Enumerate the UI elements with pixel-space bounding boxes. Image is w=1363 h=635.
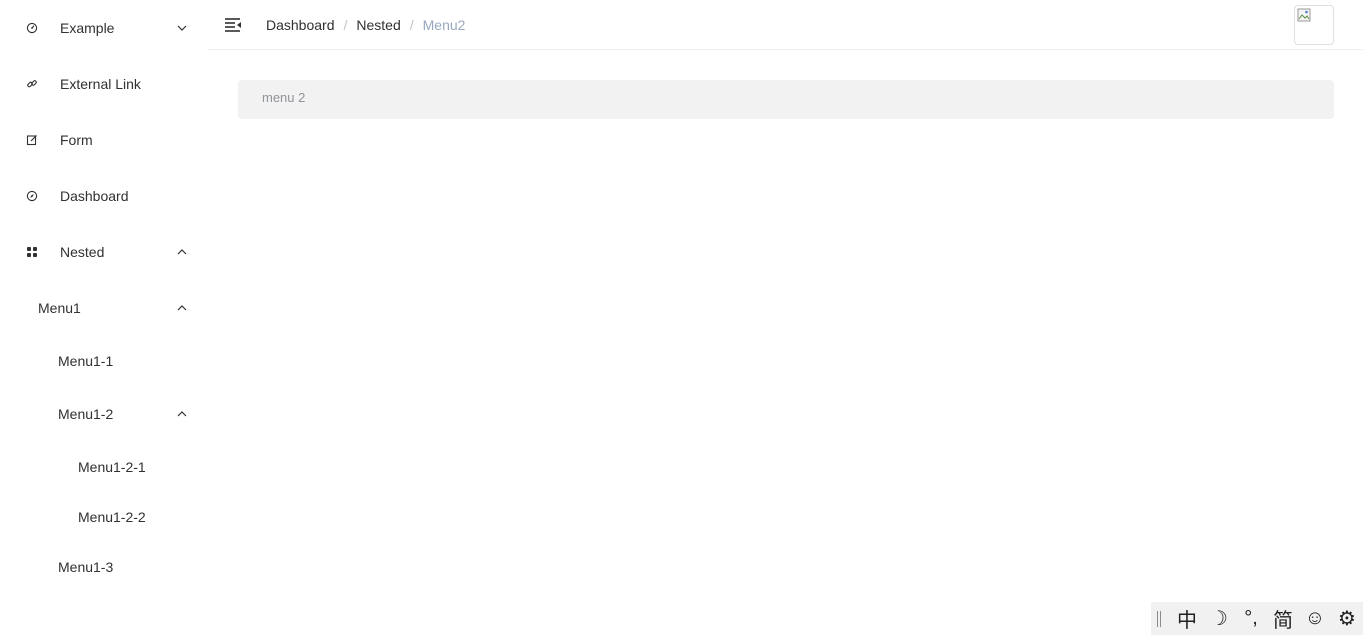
drag-handle[interactable] [1157, 610, 1161, 627]
ime-toolbar: 中 ☽ °, 简 ☺ ⚙ [1151, 602, 1363, 635]
breadcrumb-item-nested[interactable]: Nested [356, 17, 400, 33]
sidebar-item-label: Form [60, 132, 93, 148]
sidebar-item-menu1-1[interactable]: Menu1-1 [0, 336, 208, 386]
breadcrumb-separator: / [409, 17, 414, 33]
ime-punctuation-button[interactable]: °, [1235, 605, 1267, 633]
navbar: Dashboard / Nested / Menu2 [208, 0, 1363, 50]
ime-simplified-button[interactable]: 简 [1267, 605, 1299, 633]
sidebar: Example External Link Form Dashboard Nes… [0, 0, 208, 635]
sidebar-item-label: Example [60, 20, 115, 36]
sidebar-item-label: Menu1-1 [58, 353, 114, 369]
breadcrumb: Dashboard / Nested / Menu2 [266, 17, 465, 33]
link-icon [26, 78, 38, 90]
sidebar-item-form[interactable]: Form [0, 112, 208, 168]
sidebar-item-menu1-2-2[interactable]: Menu1-2-2 [0, 492, 208, 542]
edit-icon [26, 134, 38, 146]
sidebar-item-dashboard[interactable]: Dashboard [0, 168, 208, 224]
breadcrumb-item-dashboard[interactable]: Dashboard [266, 17, 335, 33]
grid-icon [26, 246, 38, 258]
sidebar-item-menu1-3[interactable]: Menu1-3 [0, 542, 208, 592]
chevron-up-icon [176, 408, 188, 420]
breadcrumb-item-current: Menu2 [422, 17, 466, 33]
ime-chinese-mode-button[interactable]: 中 [1171, 605, 1203, 633]
sidebar-item-label: External Link [60, 76, 141, 92]
sidebar-item-label: Nested [60, 244, 105, 260]
chevron-up-icon [176, 246, 188, 258]
compass-icon [26, 190, 38, 202]
sidebar-item-label: Menu1 [38, 300, 81, 316]
sidebar-item-menu1[interactable]: Menu1 [0, 280, 208, 336]
broken-image-icon [1297, 8, 1311, 22]
breadcrumb-separator: / [343, 17, 348, 33]
chevron-down-icon [176, 22, 188, 34]
gauge-icon [26, 22, 38, 34]
content-panel: menu 2 [238, 80, 1334, 119]
ime-moon-icon[interactable]: ☽ [1203, 605, 1235, 633]
gear-icon[interactable]: ⚙ [1331, 605, 1363, 633]
sidebar-item-nested[interactable]: Nested [0, 224, 208, 280]
panel-text: menu 2 [262, 90, 306, 105]
sidebar-item-label: Menu1-2 [58, 406, 114, 422]
smiley-icon[interactable]: ☺ [1299, 605, 1331, 633]
sidebar-item-label: Dashboard [60, 188, 129, 204]
sidebar-item-label: Menu1-3 [58, 559, 114, 575]
sidebar-item-label: Menu1-2-2 [78, 509, 146, 525]
chevron-up-icon [176, 302, 188, 314]
hamburger-menu-icon[interactable] [224, 16, 242, 34]
sidebar-item-menu1-2[interactable]: Menu1-2 [0, 389, 208, 439]
sidebar-item-example[interactable]: Example [0, 0, 208, 56]
sidebar-item-menu1-2-1[interactable]: Menu1-2-1 [0, 442, 208, 492]
sidebar-item-label: Menu1-2-1 [78, 459, 146, 475]
sidebar-item-external-link[interactable]: External Link [0, 56, 208, 112]
avatar[interactable] [1294, 5, 1334, 45]
